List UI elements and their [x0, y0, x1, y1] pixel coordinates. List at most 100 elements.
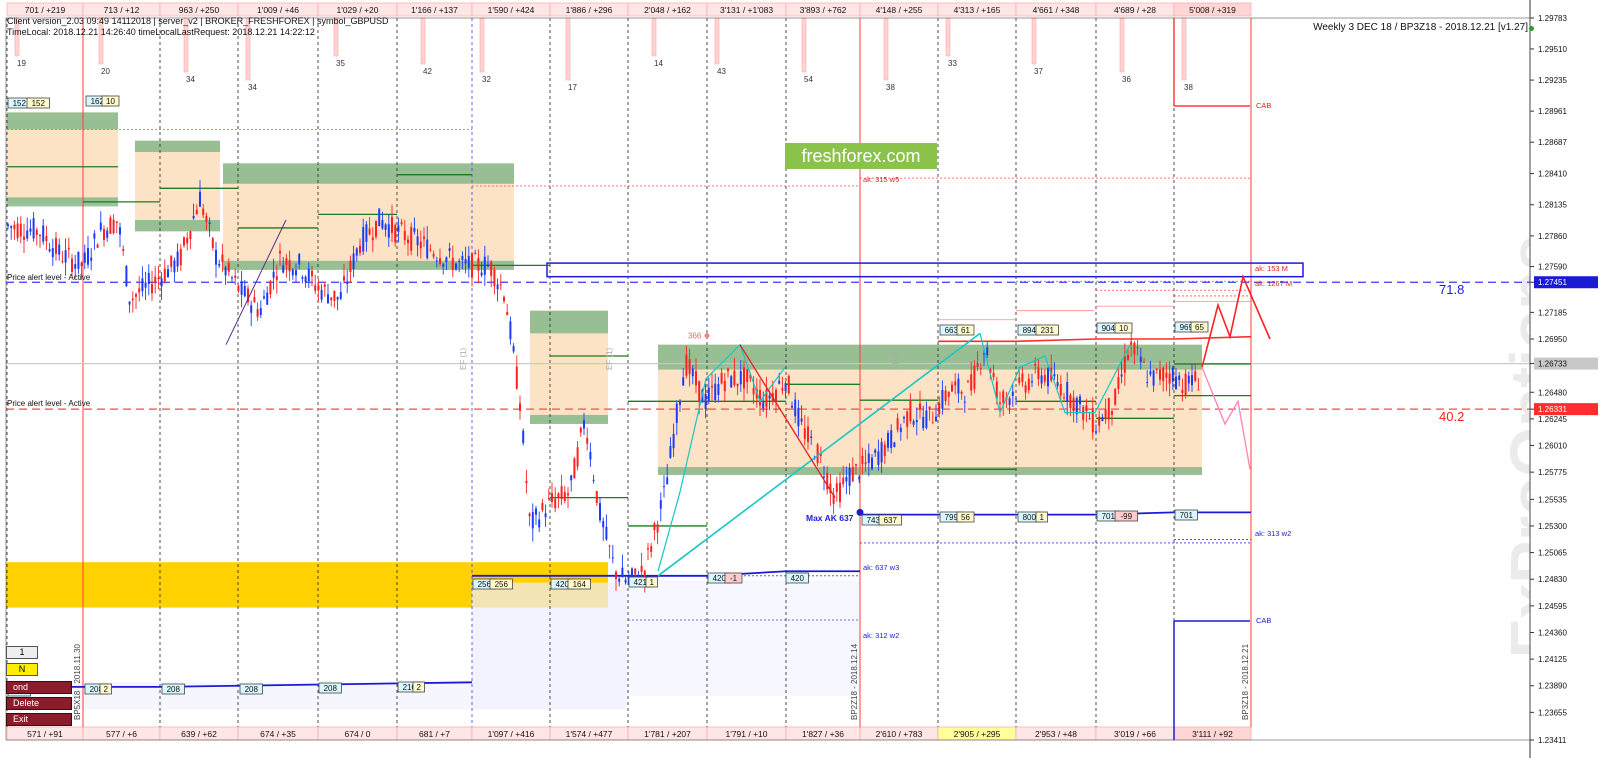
candle-body: [103, 228, 105, 241]
candle-body: [125, 266, 128, 287]
candle-body: [794, 399, 797, 417]
candle-body: [80, 262, 83, 267]
candle-body: [179, 248, 182, 266]
session-pink-bar: [945, 17, 951, 57]
candle-body: [842, 477, 845, 485]
candle-body: [45, 236, 48, 242]
status-dot-icon: [1529, 26, 1534, 31]
delete-button[interactable]: Delete: [6, 697, 72, 710]
candle-body: [1187, 375, 1190, 384]
top-session-label: 963 / +250: [179, 5, 220, 15]
candle-body: [378, 208, 381, 227]
candle-body: [282, 265, 285, 273]
value-box-text: 904: [1102, 324, 1116, 333]
candle-body: [960, 391, 963, 394]
candle-body: [99, 222, 102, 230]
candle-body: [144, 282, 147, 288]
candle-body: [1047, 368, 1049, 387]
candle-body: [439, 258, 441, 264]
price-tick-label: 1.26245: [1538, 415, 1567, 424]
ak-annotation: ak: 153 M: [1255, 264, 1288, 273]
price-chart: FxProOptions freshforex.com 701 / +21957…: [0, 0, 1600, 758]
candle-body: [1043, 374, 1046, 382]
price-tick-label: 1.24125: [1538, 655, 1567, 664]
candle-body: [467, 256, 470, 268]
candle-body: [202, 208, 205, 215]
candle-body: [1082, 406, 1085, 421]
top-session-label: 4'313 / +165: [954, 5, 1001, 15]
session-number: 20: [101, 67, 110, 76]
exit-button[interactable]: Exit: [6, 713, 72, 726]
candle-body: [999, 402, 1001, 404]
candle-body: [1146, 381, 1149, 383]
candle-body: [935, 416, 937, 422]
candle-body: [381, 219, 384, 229]
candle-body: [803, 428, 806, 440]
session-pink-bar: [651, 17, 657, 57]
level-366-dot: [704, 333, 710, 339]
candle-body: [1184, 373, 1187, 396]
session-number: 54: [804, 75, 813, 84]
value-box-text: 2: [417, 683, 422, 692]
candle-body: [1139, 356, 1142, 363]
bottom-session-label: 1'781 / +207: [644, 729, 691, 739]
candle-body: [163, 268, 166, 282]
button-cond[interactable]: ond: [6, 681, 72, 694]
zone-lavender: [628, 580, 860, 696]
button-n[interactable]: N: [6, 663, 38, 676]
candle-body: [1079, 396, 1081, 405]
candle-body: [64, 250, 67, 263]
candle-body: [304, 276, 307, 283]
candle-body: [605, 526, 608, 540]
candle-body: [314, 285, 317, 291]
resistance-step-line: [938, 335, 1252, 343]
candle-body: [189, 231, 192, 240]
candle-body: [1159, 369, 1161, 380]
candle-body: [77, 251, 80, 269]
candle-body: [93, 233, 96, 239]
candle-body: [1037, 367, 1040, 380]
candle-body: [29, 228, 32, 232]
candle-body: [899, 427, 902, 433]
price-tick-label: 1.24595: [1538, 602, 1567, 611]
candle-body: [240, 281, 243, 295]
candle-body: [1130, 341, 1133, 345]
candle-body: [1136, 347, 1139, 349]
candle-body: [151, 284, 153, 294]
candle-body: [976, 363, 979, 367]
candle-body: [522, 430, 525, 443]
candle-body: [311, 270, 313, 277]
candle-body: [1171, 367, 1174, 382]
candle-body: [855, 464, 857, 466]
candle-body: [90, 257, 93, 261]
candle-body: [1104, 409, 1107, 420]
candle-body: [368, 228, 371, 235]
candle-body: [39, 235, 41, 237]
candle-body: [327, 294, 329, 304]
candle-body: [1031, 381, 1033, 383]
candle-body: [208, 222, 211, 224]
candle-body: [723, 380, 726, 392]
candle-body: [1015, 398, 1017, 400]
zone-rect: [530, 310, 608, 334]
candle-body: [730, 376, 733, 388]
candle-body: [1123, 356, 1126, 373]
candle-body: [883, 444, 886, 456]
candle-body: [845, 476, 848, 482]
top-session-label: 4'689 / +28: [1114, 5, 1156, 15]
session-number: 35: [336, 59, 345, 68]
button-1[interactable]: 1: [6, 646, 38, 659]
candle-body: [423, 236, 425, 239]
candle-body: [557, 493, 560, 498]
candle-body: [531, 512, 534, 529]
candle-body: [1178, 375, 1181, 381]
session-number: 36: [1122, 75, 1131, 84]
candle-body: [963, 401, 966, 403]
candle-body: [650, 546, 653, 552]
candle-body: [279, 251, 281, 254]
candle-body: [816, 444, 819, 464]
candle-body: [403, 230, 406, 241]
candle-body: [83, 252, 86, 263]
value-box-text: 1: [650, 578, 655, 587]
candle-body: [720, 372, 723, 384]
